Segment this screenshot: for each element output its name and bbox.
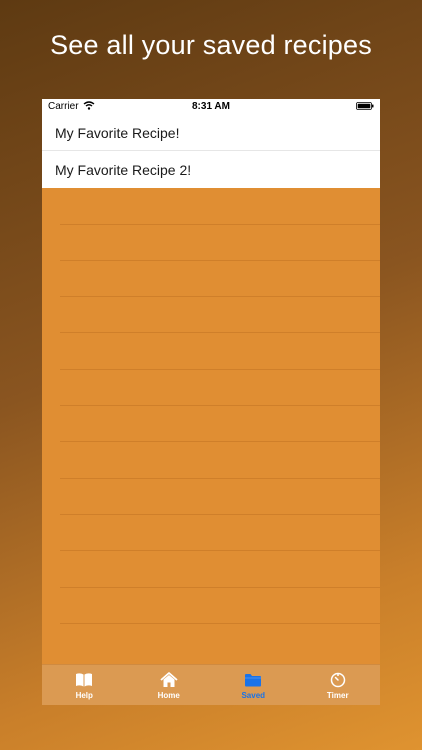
row-separator bbox=[60, 587, 380, 588]
row-separator bbox=[60, 332, 380, 333]
row-separator bbox=[60, 405, 380, 406]
tab-help-label: Help bbox=[75, 690, 93, 700]
empty-list-area bbox=[42, 188, 380, 663]
status-bar: Carrier 8:31 AM bbox=[42, 99, 380, 115]
home-icon bbox=[160, 671, 178, 688]
phone-screen: Carrier 8:31 AM My Favorite Recipe! My F… bbox=[42, 99, 380, 705]
row-separator bbox=[60, 514, 380, 515]
recipe-row[interactable]: My Favorite Recipe! bbox=[42, 115, 380, 151]
row-separator bbox=[60, 478, 380, 479]
tab-saved[interactable]: Saved bbox=[211, 665, 296, 705]
row-separator bbox=[60, 623, 380, 624]
book-icon bbox=[75, 672, 93, 688]
row-separator bbox=[60, 441, 380, 442]
promo-title: See all your saved recipes bbox=[50, 30, 372, 60]
row-separator bbox=[60, 296, 380, 297]
row-separator bbox=[60, 260, 380, 261]
status-time: 8:31 AM bbox=[192, 101, 230, 112]
timer-icon bbox=[329, 672, 347, 688]
recipe-row[interactable]: My Favorite Recipe 2! bbox=[42, 152, 380, 188]
folder-icon bbox=[244, 672, 262, 688]
tab-timer[interactable]: Timer bbox=[296, 665, 381, 705]
row-separator bbox=[60, 369, 380, 370]
tab-bar: Help Home Saved Timer bbox=[42, 664, 380, 705]
tab-home-label: Home bbox=[157, 690, 180, 700]
row-separator bbox=[60, 550, 380, 551]
tab-home[interactable]: Home bbox=[127, 665, 212, 705]
battery-icon bbox=[356, 102, 374, 110]
tab-timer-label: Timer bbox=[326, 690, 349, 700]
tab-saved-label: Saved bbox=[241, 690, 266, 700]
row-separator bbox=[60, 224, 380, 225]
tab-help[interactable]: Help bbox=[42, 665, 127, 705]
